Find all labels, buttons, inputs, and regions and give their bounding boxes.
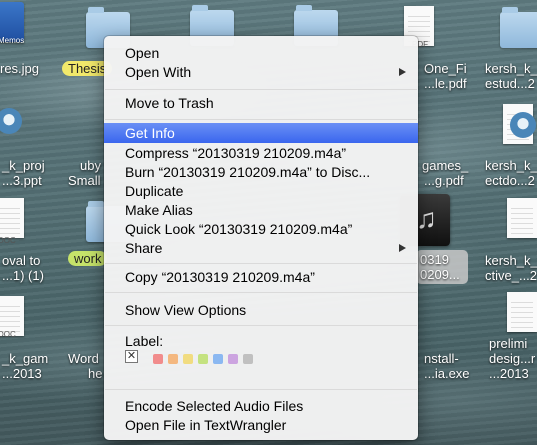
desktop-label[interactable]: desig...r [489,351,535,366]
desktop-label-selected[interactable]: 0209... [420,267,460,282]
menu-item-label: Share [125,240,163,256]
menu-item-duplicate[interactable]: Duplicate [104,181,418,201]
no-label-swatch[interactable]: ✕ [125,350,138,363]
label-color-swatch[interactable] [168,354,178,364]
desktop-label[interactable]: ...2013 [2,366,42,381]
desktop-label[interactable]: res.jpg [0,61,39,76]
label-color-swatch[interactable] [153,354,163,364]
desktop-label[interactable]: ...2013 [489,366,529,381]
desktop-label[interactable]: prelimi [489,336,527,351]
document-icon[interactable] [507,292,537,332]
desktop-label[interactable]: games_ [422,158,468,173]
doc-badge: DOC [0,236,16,245]
label-color-swatch[interactable] [243,354,253,364]
desktop-label[interactable]: ctive_...2 [485,268,537,283]
menu-separator [105,389,417,390]
menu-item-show-view-options[interactable]: Show View Options [104,300,418,320]
menu-item-copy[interactable]: Copy “20130319 210209.m4a” [104,267,418,287]
label-color-swatch[interactable] [213,354,223,364]
desktop-label[interactable]: ...le.pdf [424,76,467,91]
menu-item-make-alias[interactable]: Make Alias [104,200,418,220]
desktop-label[interactable]: ...ia.exe [424,366,470,381]
desktop-label[interactable]: _k_gam [2,351,48,366]
music-note-icon: ♫ [416,203,437,234]
menu-separator [105,89,417,90]
menu-item-share[interactable]: Share [104,238,418,258]
menu-item-label: Open With [125,64,192,80]
desktop-label[interactable]: ...g.pdf [424,173,464,188]
menu-separator [105,119,417,120]
desktop-label[interactable]: Small [68,173,101,188]
menu-separator [105,292,417,293]
desktop-label[interactable]: kersh_k_ [485,61,537,76]
label-color-swatch[interactable] [183,354,193,364]
menu-item-open-in-textwrangler[interactable]: Open File in TextWrangler [104,415,418,435]
desktop-label[interactable]: ectdo...2 [485,173,535,188]
folder-icon[interactable] [500,7,537,48]
voice-memos-tag: Memos [0,36,25,45]
label-color-swatch[interactable] [198,354,208,364]
menu-separator [105,325,417,326]
menu-item-quick-look[interactable]: Quick Look “20130319 210209.m4a” [104,219,418,239]
menu-item-encode-audio[interactable]: Encode Selected Audio Files [104,396,418,416]
document-icon [0,198,24,238]
menu-item-open[interactable]: Open [104,43,418,63]
desktop-label[interactable]: oval to [2,253,40,268]
label-heading: Label: [125,333,164,349]
desktop-label[interactable]: One_Fi [424,61,467,76]
desktop-label[interactable]: ...3.ppt [2,173,42,188]
submenu-arrow-icon [399,68,406,76]
desktop-label[interactable]: kersh_k_ [485,253,537,268]
desktop-label[interactable]: he [88,366,102,381]
desktop-label[interactable]: uby [80,158,101,173]
label-color-swatch[interactable] [228,354,238,364]
submenu-arrow-icon [399,244,406,252]
desktop-label[interactable]: _k_proj [2,158,45,173]
menu-item-burn[interactable]: Burn “20130319 210209.m4a” to Disc... [104,162,418,182]
menu-separator [105,263,417,264]
desktop-label[interactable]: Word [68,351,99,366]
tag-work[interactable]: work [68,251,108,266]
context-menu: Open Open With Move to Trash Get Info Co… [104,36,418,440]
desktop-label[interactable]: estud...2 [485,76,535,91]
menu-item-open-with[interactable]: Open With [104,62,418,82]
desktop-label[interactable]: kersh_k_ [485,158,537,173]
menu-item-move-to-trash[interactable]: Move to Trash [104,93,418,113]
menu-item-get-info[interactable]: Get Info [104,123,418,143]
document-icon[interactable] [507,198,537,238]
keynote-icon [510,112,536,138]
menu-item-compress[interactable]: Compress “20130319 210209.m4a” [104,143,418,163]
desktop-label-selected[interactable]: 0319 [420,252,449,267]
doc-badge: DOC [0,330,16,339]
desktop-label[interactable]: ...1) (1) [2,268,44,283]
desktop-label[interactable]: nstall- [424,351,459,366]
